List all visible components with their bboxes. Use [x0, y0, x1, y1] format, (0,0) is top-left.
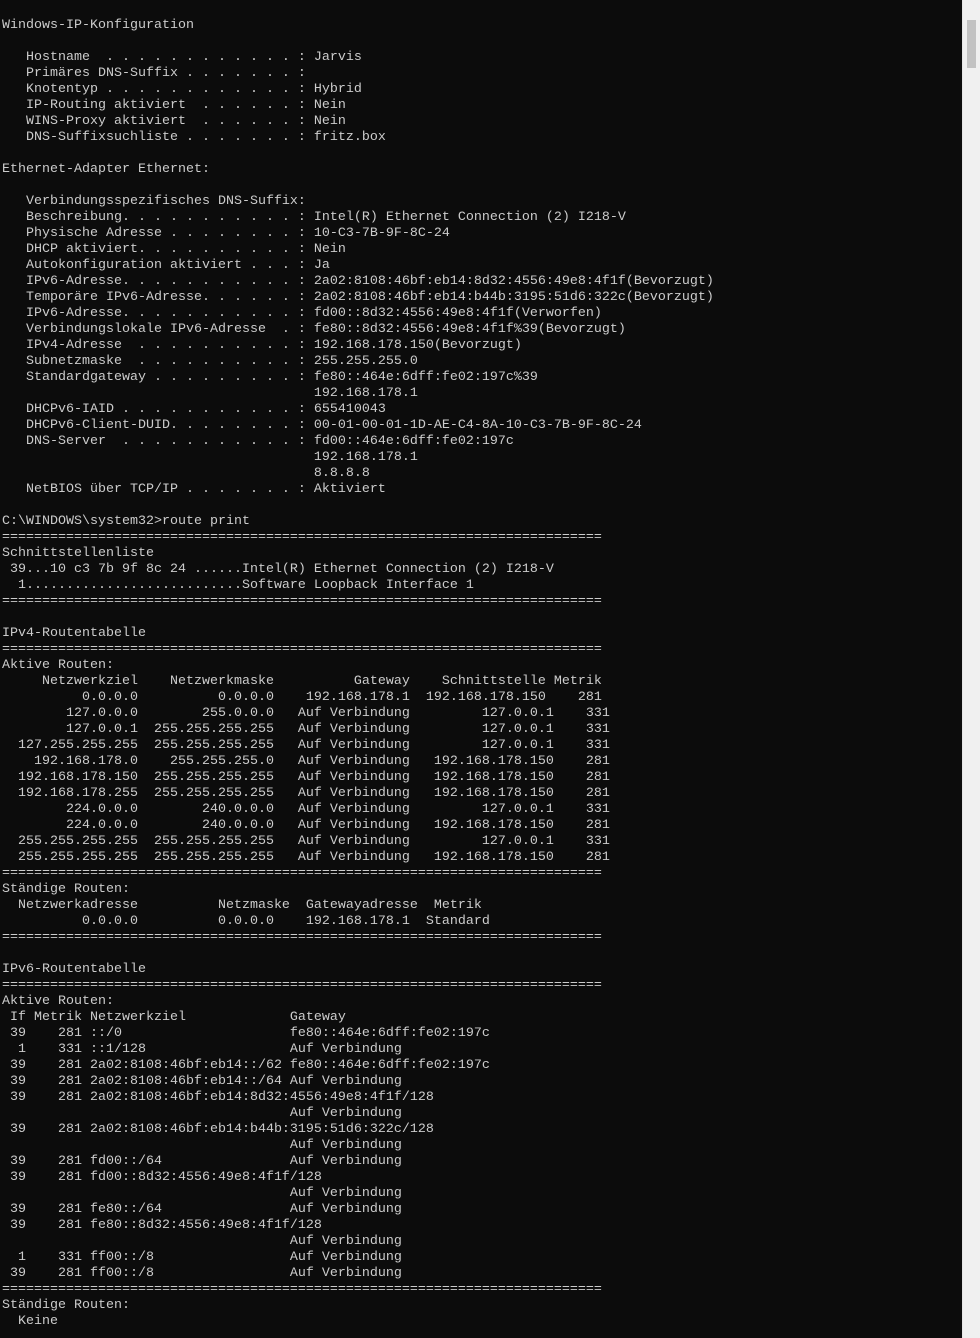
- vertical-scrollbar[interactable]: [962, 0, 980, 1338]
- console-line: 39 281 fd00::8d32:4556:49e8:4f1f/128: [2, 1170, 322, 1185]
- console-line: 0.0.0.0 0.0.0.0 192.168.178.1 Standard: [2, 914, 490, 929]
- console-line: Auf Verbindung: [2, 1186, 402, 1201]
- console-line: DHCPv6-IAID . . . . . . . . . . . : 6554…: [2, 402, 386, 417]
- console-line: If Metrik Netzwerkziel Gateway: [2, 1010, 346, 1025]
- console-line: Auf Verbindung: [2, 1106, 402, 1121]
- console-line: 192.168.178.150 255.255.255.255 Auf Verb…: [2, 770, 610, 785]
- console-line: Schnittstellenliste: [2, 546, 154, 561]
- console-line: IPv4-Adresse . . . . . . . . . . : 192.1…: [2, 338, 522, 353]
- console-lines: Windows-IP-Konfiguration Hostname . . . …: [0, 18, 962, 1330]
- console-line: 0.0.0.0 0.0.0.0 192.168.178.1 192.168.17…: [2, 690, 602, 705]
- console-line: 39 281 2a02:8108:46bf:eb14:b44b:3195:51d…: [2, 1122, 434, 1137]
- console-line: Verbindungslokale IPv6-Adresse . : fe80:…: [2, 322, 626, 337]
- console-line: ========================================…: [2, 866, 602, 881]
- console-line: 1 331 ::1/128 Auf Verbindung: [2, 1042, 402, 1057]
- console-line: IP-Routing aktiviert . . . . . . : Nein: [2, 98, 346, 113]
- console-line: Netzwerkziel Netzwerkmaske Gateway Schni…: [2, 674, 602, 689]
- console-line: Beschreibung. . . . . . . . . . . : Inte…: [2, 210, 626, 225]
- console-line: Subnetzmaske . . . . . . . . . . : 255.2…: [2, 354, 418, 369]
- console-line: ========================================…: [2, 930, 602, 945]
- console-line: Verbindungsspezifisches DNS-Suffix:: [2, 194, 306, 209]
- console-line: 39 281 fe80::/64 Auf Verbindung: [2, 1202, 402, 1217]
- console-line: 39 281 ff00::/8 Auf Verbindung: [2, 1266, 402, 1281]
- console-line: Windows-IP-Konfiguration: [2, 18, 194, 33]
- console-line: DHCP aktiviert. . . . . . . . . . : Nein: [2, 242, 346, 257]
- scrollbar-thumb[interactable]: [967, 20, 976, 68]
- console-line: 127.0.0.0 255.0.0.0 Auf Verbindung 127.0…: [2, 706, 610, 721]
- console-line: Aktive Routen:: [2, 658, 114, 673]
- console-line: NetBIOS über TCP/IP . . . . . . . : Akti…: [2, 482, 386, 497]
- console-line: 192.168.178.1: [2, 450, 418, 465]
- console-line: WINS-Proxy aktiviert . . . . . . : Nein: [2, 114, 346, 129]
- console-line: Primäres DNS-Suffix . . . . . . . :: [2, 66, 306, 81]
- console-line: Auf Verbindung: [2, 1138, 402, 1153]
- console-line: 1 331 ff00::/8 Auf Verbindung: [2, 1250, 402, 1265]
- console-line: 255.255.255.255 255.255.255.255 Auf Verb…: [2, 850, 610, 865]
- console-line: 39 281 2a02:8108:46bf:eb14::/64 Auf Verb…: [2, 1074, 402, 1089]
- console-line: 192.168.178.0 255.255.255.0 Auf Verbindu…: [2, 754, 610, 769]
- console-line: 255.255.255.255 255.255.255.255 Auf Verb…: [2, 834, 610, 849]
- console-line: ========================================…: [2, 594, 602, 609]
- console-line: Autokonfiguration aktiviert . . . : Ja: [2, 258, 330, 273]
- console-line: 39 281 2a02:8108:46bf:eb14::/62 fe80::46…: [2, 1058, 490, 1073]
- console-line: IPv6-Adresse. . . . . . . . . . . : 2a02…: [2, 274, 714, 289]
- console-line: DNS-Server . . . . . . . . . . . : fd00:…: [2, 434, 514, 449]
- console-line: IPv6-Adresse. . . . . . . . . . . : fd00…: [2, 306, 602, 321]
- console-line: 1...........................Software Loo…: [2, 578, 474, 593]
- console-line: 8.8.8.8: [2, 466, 370, 481]
- console-line: 39 281 fd00::/64 Auf Verbindung: [2, 1154, 402, 1169]
- console-line: 127.255.255.255 255.255.255.255 Auf Verb…: [2, 738, 610, 753]
- console-line: ========================================…: [2, 530, 602, 545]
- console-line: 192.168.178.255 255.255.255.255 Auf Verb…: [2, 786, 610, 801]
- console-line: Physische Adresse . . . . . . . . : 10-C…: [2, 226, 450, 241]
- console-line: Standardgateway . . . . . . . . . : fe80…: [2, 370, 538, 385]
- console-line: Hostname . . . . . . . . . . . . : Jarvi…: [2, 50, 362, 65]
- console-line: IPv6-Routentabelle: [2, 962, 146, 977]
- console-line: 224.0.0.0 240.0.0.0 Auf Verbindung 192.1…: [2, 818, 610, 833]
- console-line: 192.168.178.1: [2, 386, 418, 401]
- console-line: 39...10 c3 7b 9f 8c 24 ......Intel(R) Et…: [2, 562, 554, 577]
- console-output[interactable]: Windows-IP-Konfiguration Hostname . . . …: [0, 0, 962, 1338]
- console-line: ========================================…: [2, 642, 602, 657]
- console-line: 39 281 ::/0 fe80::464e:6dff:fe02:197c: [2, 1026, 490, 1041]
- console-line: 127.0.0.1 255.255.255.255 Auf Verbindung…: [2, 722, 610, 737]
- console-line: DHCPv6-Client-DUID. . . . . . . . : 00-0…: [2, 418, 642, 433]
- console-line: ========================================…: [2, 978, 602, 993]
- console-line: Keine: [2, 1314, 58, 1329]
- console-line: 39 281 fe80::8d32:4556:49e8:4f1f/128: [2, 1218, 322, 1233]
- console-line: Ständige Routen:: [2, 1298, 130, 1313]
- console-line: 224.0.0.0 240.0.0.0 Auf Verbindung 127.0…: [2, 802, 610, 817]
- console-top-padding: [0, 0, 962, 18]
- console-line: Netzwerkadresse Netzmaske Gatewayadresse…: [2, 898, 482, 913]
- console-line: DNS-Suffixsuchliste . . . . . . . : frit…: [2, 130, 386, 145]
- console-line: Auf Verbindung: [2, 1234, 402, 1249]
- console-line: Ethernet-Adapter Ethernet:: [2, 162, 210, 177]
- console-line: Aktive Routen:: [2, 994, 114, 1009]
- console-line: Ständige Routen:: [2, 882, 130, 897]
- console-line: ========================================…: [2, 1282, 602, 1297]
- console-line: IPv4-Routentabelle: [2, 626, 146, 641]
- console-line: 39 281 2a02:8108:46bf:eb14:8d32:4556:49e…: [2, 1090, 434, 1105]
- console-line: C:\WINDOWS\system32>route print: [2, 514, 250, 529]
- console-line: Knotentyp . . . . . . . . . . . . : Hybr…: [2, 82, 362, 97]
- console-line: Temporäre IPv6-Adresse. . . . . . : 2a02…: [2, 290, 714, 305]
